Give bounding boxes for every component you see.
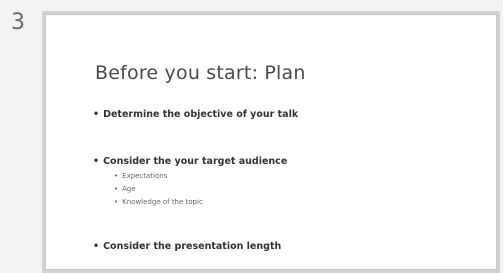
bullet-item: • Consider the your target audience <box>93 156 287 167</box>
sub-bullet-dot: • <box>114 198 119 206</box>
bullet-text: Determine the objective of your talk <box>103 109 299 120</box>
bullet-dot: • <box>93 156 100 167</box>
slide-canvas: Before you start: Plan • Determine the ob… <box>45 14 497 270</box>
bullet-item: • Consider the presentation length <box>93 241 281 252</box>
slide-thumbnail[interactable]: Before you start: Plan • Determine the ob… <box>42 11 500 273</box>
bullet-item: • Determine the objective of your talk <box>93 109 298 120</box>
slide-title: Before you start: Plan <box>95 62 306 84</box>
sub-bullet-text: Expectations <box>122 172 168 180</box>
slide-thumbnail-pane: 3 Before you start: Plan • Determine the … <box>0 0 503 273</box>
sub-bullet-text: Age <box>122 185 136 193</box>
sub-bullet-dot: • <box>114 185 119 193</box>
sub-bullet-dot: • <box>114 172 119 180</box>
bullet-text: Consider the presentation length <box>103 241 282 252</box>
sub-bullet-item: • Age <box>114 185 136 193</box>
sub-bullet-item: • Knowledge of the topic <box>114 198 203 206</box>
bullet-text: Consider the your target audience <box>103 156 288 167</box>
slide-number: 3 <box>11 10 25 35</box>
bullet-dot: • <box>93 241 100 252</box>
sub-bullet-text: Knowledge of the topic <box>122 198 203 206</box>
bullet-dot: • <box>93 109 100 120</box>
sub-bullet-item: • Expectations <box>114 172 167 180</box>
